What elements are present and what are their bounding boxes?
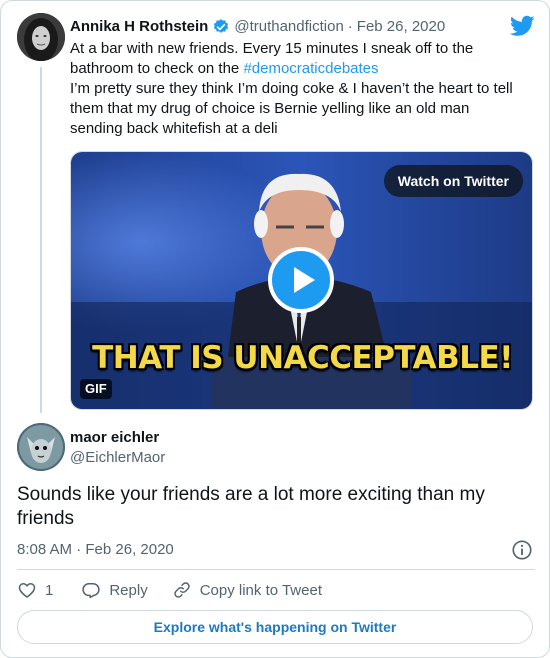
verified-badge-icon	[214, 19, 229, 33]
author-name[interactable]: Annika H Rothstein	[70, 17, 208, 37]
parent-tweet-header: Annika H Rothstein @truthandfiction · Fe…	[70, 17, 445, 37]
reply-timestamp[interactable]: 8:08 AM · Feb 26, 2020	[17, 540, 174, 560]
hashtag-link[interactable]: #democraticdebates	[243, 60, 378, 77]
play-icon[interactable]	[268, 247, 334, 313]
reply-author-name[interactable]: maor eichler	[70, 428, 159, 448]
avatar-maor[interactable]	[17, 423, 65, 471]
explore-twitter-button[interactable]: Explore what's happening on Twitter	[17, 610, 533, 644]
copy-link-button[interactable]: Copy link to Tweet	[172, 580, 322, 600]
author-handle[interactable]: @truthandfiction	[234, 17, 343, 37]
gif-badge: GIF	[80, 379, 112, 399]
reply-button[interactable]: Reply	[81, 580, 148, 600]
thread-line	[40, 67, 42, 413]
tweet-date[interactable]: Feb 26, 2020	[357, 17, 445, 37]
gif-media[interactable]: Watch on Twitter THAT IS UNACCEPTABLE! G…	[70, 151, 533, 410]
like-button[interactable]: 1	[17, 580, 53, 600]
reply-author-handle[interactable]: @EichlerMaor	[70, 448, 165, 468]
parent-text-part2: I’m pretty sure they think I’m doing cok…	[70, 80, 513, 137]
twitter-bird-icon[interactable]	[510, 15, 535, 37]
heart-icon	[18, 583, 36, 598]
info-icon[interactable]	[511, 539, 533, 561]
tweet-embed-card: Annika H Rothstein @truthandfiction · Fe…	[0, 0, 550, 658]
reply-tweet-header: maor eichler @EichlerMaor	[17, 423, 537, 471]
copy-link-label: Copy link to Tweet	[199, 581, 322, 599]
reply-label: Reply	[109, 581, 148, 599]
reply-tweet-text: Sounds like your friends are a lot more …	[17, 484, 485, 529]
reply-icon	[82, 583, 101, 599]
gif-caption: THAT IS UNACCEPTABLE!	[92, 340, 513, 376]
separator-dot: ·	[347, 18, 353, 35]
parent-tweet-text: At a bar with new friends. Every 15 minu…	[70, 39, 520, 139]
like-count: 1	[45, 581, 54, 599]
divider	[17, 569, 535, 570]
tweet-actions: 1 Reply Copy link to Tweet	[17, 579, 322, 601]
link-icon	[173, 582, 190, 598]
avatar-annika[interactable]	[17, 13, 65, 61]
watch-on-twitter-button[interactable]: Watch on Twitter	[383, 165, 523, 197]
